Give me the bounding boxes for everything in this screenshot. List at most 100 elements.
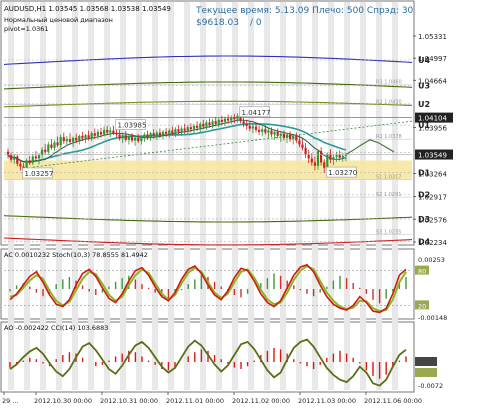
candle-body xyxy=(103,129,106,135)
candle-body xyxy=(137,137,140,142)
price-label: 1.02234 xyxy=(418,239,447,247)
candle-body xyxy=(59,137,62,146)
candle-body xyxy=(177,129,180,132)
candle-body xyxy=(34,156,37,159)
price-label: 1.03956 xyxy=(418,124,447,132)
candle-body xyxy=(127,136,130,140)
candle-body xyxy=(10,155,13,160)
candle-body xyxy=(254,126,258,130)
candle-body xyxy=(72,137,75,142)
candle-body xyxy=(292,135,295,140)
candle-body xyxy=(99,131,103,135)
pivot-label: pivot=1.0361 xyxy=(4,25,49,33)
candle-body xyxy=(37,155,41,159)
candle-body xyxy=(192,125,196,130)
status-line: Текущее время: 5.13.09 Плечо: 500 Спрэд:… xyxy=(195,6,414,16)
candle-body xyxy=(267,130,270,133)
time-label: 2012.10.30 00:00 xyxy=(34,397,92,405)
candle-body xyxy=(75,137,78,141)
candle-body xyxy=(323,162,326,168)
candle-body xyxy=(279,133,282,136)
candle-body xyxy=(196,125,199,128)
price-tag: 1.03549 xyxy=(418,152,447,160)
candle-body xyxy=(143,134,146,138)
candle-body xyxy=(285,134,289,138)
faint-level-label: S3 1.0235 xyxy=(376,229,401,235)
candle-body xyxy=(90,133,93,138)
ac-panel-label: AC 0.0010232 Stoch(10,3) 78.8555 81.4942 xyxy=(4,251,148,259)
candle-body xyxy=(295,135,298,141)
candle-body xyxy=(199,123,202,128)
indicator-name: Нормальный ценовой диапазон xyxy=(4,16,113,24)
ac-axis-label: 0.00253 xyxy=(418,256,445,264)
candle-body xyxy=(124,135,127,140)
time-label: 29 ... xyxy=(2,397,19,405)
candle-body xyxy=(217,119,220,124)
candle-body xyxy=(168,130,171,134)
candle-body xyxy=(220,119,223,122)
candle-body xyxy=(208,122,211,126)
price-annotation: 1.03257 xyxy=(25,170,54,178)
candle-body xyxy=(304,147,307,155)
price-label: 1.03264 xyxy=(418,170,447,178)
candle-body xyxy=(109,130,112,133)
candle-body xyxy=(65,139,68,142)
time-label: 2012.11.06 00:00 xyxy=(364,397,422,405)
candle-body xyxy=(121,135,124,139)
candle-body xyxy=(158,132,161,136)
candle-body xyxy=(134,137,137,141)
price-label: 1.04664 xyxy=(418,77,447,85)
candle-body xyxy=(230,117,233,121)
candle-body xyxy=(84,135,87,139)
ao-tag-bg xyxy=(415,357,437,366)
indicator-axis: 0.00253 80 20 -0.00148 -0.0072 xyxy=(415,256,447,390)
candle-body xyxy=(31,156,34,164)
ac-axis-label: 80 xyxy=(418,268,426,276)
candle-body xyxy=(118,134,121,139)
candle-body xyxy=(96,131,99,136)
candle-body xyxy=(161,131,165,136)
ao-panel-label: AO -0.002422 CCI(14) 103.6883 xyxy=(4,324,108,332)
cci-tag-bg xyxy=(415,368,437,377)
symbol-ohlc-line: AUDUSD,H1 1.03545 1.03568 1.03538 1.0354… xyxy=(4,5,171,13)
candle-body xyxy=(44,149,47,152)
candle-body xyxy=(130,136,134,141)
candle-body xyxy=(338,154,341,158)
price-label: 1.04997 xyxy=(418,55,447,63)
chart-window: R3 1.0460 R2 1.0430 R1 1.0378 S1 1.0317 S2 1… xyxy=(0,0,500,408)
candle-body xyxy=(236,115,239,120)
price-label: 1.02917 xyxy=(418,194,447,202)
faint-level-label: S2 1.0291 xyxy=(376,192,401,198)
price-label: 1.02576 xyxy=(418,216,447,224)
faint-level-label: R3 1.0460 xyxy=(376,80,402,86)
faint-level-label: R1 1.0378 xyxy=(376,134,402,140)
candle-body xyxy=(68,139,72,142)
candle-body xyxy=(273,131,276,135)
faint-level-label: S1 1.0317 xyxy=(376,175,401,181)
candle-body xyxy=(202,123,205,127)
candle-body xyxy=(205,122,208,127)
candle-body xyxy=(211,121,214,126)
price-label: 1.05331 xyxy=(418,33,447,41)
candle-body xyxy=(149,133,152,138)
candle-body xyxy=(146,134,149,138)
candle-body xyxy=(19,163,22,167)
candle-body xyxy=(320,151,323,163)
candle-body xyxy=(180,128,183,132)
candle-body xyxy=(307,154,310,159)
candle-body xyxy=(214,121,217,124)
candle-body xyxy=(313,162,316,166)
candle-body xyxy=(56,142,59,146)
candle-body xyxy=(28,160,31,164)
candle-body xyxy=(301,144,304,148)
candle-body xyxy=(233,117,236,120)
candle-body xyxy=(174,129,177,134)
candle-body xyxy=(81,135,84,139)
time-label: 2012.11.01 00:00 xyxy=(166,397,224,405)
candle-body xyxy=(155,132,158,136)
candle-body xyxy=(270,130,273,135)
candle-body xyxy=(316,151,320,166)
candle-body xyxy=(242,121,245,124)
candle-body xyxy=(112,130,115,134)
candle-body xyxy=(332,157,335,160)
